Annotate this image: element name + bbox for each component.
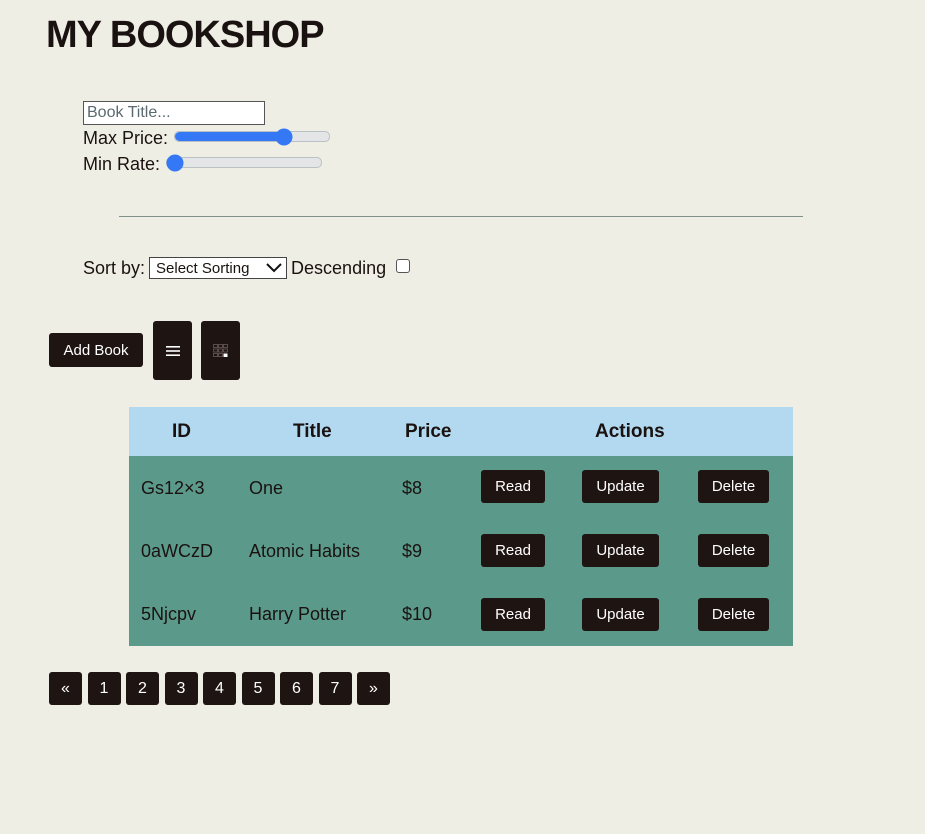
page-button-7[interactable]: 7 (318, 672, 352, 705)
page-next-button[interactable]: » (357, 672, 390, 705)
grid-view-button[interactable] (201, 321, 240, 380)
sort-select-value: Select Sorting (156, 259, 250, 277)
header-title: Title (293, 420, 332, 442)
read-button[interactable]: Read (481, 598, 545, 631)
cell-price: $9 (402, 540, 423, 561)
header-id: ID (172, 420, 191, 442)
header-actions: Actions (595, 420, 665, 442)
delete-button[interactable]: Delete (698, 598, 769, 631)
max-price-label: Max Price: (83, 127, 169, 148)
sort-label: Sort by: (83, 257, 146, 278)
list-view-button[interactable] (153, 321, 192, 380)
table-row: 0aWCzD Atomic Habits $9 Read Update Dele… (129, 519, 793, 583)
cell-title: Atomic Habits (249, 540, 361, 561)
min-rate-label: Min Rate: (83, 153, 161, 174)
descending-checkbox[interactable] (396, 259, 411, 273)
min-rate-row: Min Rate: (83, 151, 330, 177)
max-price-row: Max Price: (83, 125, 331, 151)
page-button-2[interactable]: 2 (126, 672, 159, 705)
delete-button[interactable]: Delete (698, 534, 769, 567)
cell-id: Gs12×3 (141, 477, 205, 498)
page-button-6[interactable]: 6 (280, 672, 313, 705)
table-row: 5Njcpv Harry Potter $10 Read Update Dele… (129, 582, 793, 646)
page-button-5[interactable]: 5 (241, 672, 275, 705)
table-row: Gs12×3 One $8 Read Update Delete (129, 456, 793, 520)
update-button[interactable]: Update (582, 534, 659, 567)
page-button-4[interactable]: 4 (203, 672, 236, 705)
page-title: MY BOOKSHOP (46, 14, 325, 56)
cell-id: 5Njcpv (141, 603, 197, 624)
chevron-down-icon (266, 263, 282, 273)
page-button-3[interactable]: 3 (164, 672, 198, 705)
cell-price: $8 (402, 477, 423, 498)
max-price-slider-thumb[interactable] (275, 128, 293, 145)
cell-id: 0aWCzD (141, 540, 214, 561)
list-icon (165, 345, 180, 356)
cell-title: One (249, 477, 284, 498)
table-header: ID Title Price Actions (129, 407, 793, 456)
max-price-slider[interactable] (174, 128, 331, 145)
page-prev-button[interactable]: « (49, 672, 82, 705)
delete-button[interactable]: Delete (698, 470, 769, 503)
book-title-search-input[interactable] (83, 101, 265, 125)
grid-icon (212, 343, 228, 357)
min-rate-slider[interactable] (166, 154, 323, 171)
table-body: Gs12×3 One $8 Read Update Delete 0aWCzD … (129, 456, 793, 646)
max-price-slider-fill (175, 132, 288, 141)
min-rate-slider-thumb[interactable] (166, 154, 184, 171)
divider (119, 216, 803, 217)
sort-row: Sort by: Select Sorting Descending (83, 257, 411, 279)
descending-label: Descending (291, 257, 387, 278)
books-table: ID Title Price Actions Gs12×3 One $8 Rea… (129, 407, 793, 646)
update-button[interactable]: Update (582, 598, 659, 631)
cell-price: $10 (402, 603, 433, 624)
read-button[interactable]: Read (481, 534, 545, 567)
header-price: Price (405, 420, 452, 442)
filters-panel: Max Price: Min Rate: (83, 101, 331, 177)
read-button[interactable]: Read (481, 470, 545, 503)
page-button-1[interactable]: 1 (87, 672, 121, 705)
update-button[interactable]: Update (582, 470, 659, 503)
pagination: « 1 2 3 4 5 6 7 » (49, 672, 396, 705)
cell-title: Harry Potter (249, 603, 347, 624)
sort-select[interactable]: Select Sorting (149, 257, 288, 279)
add-book-button[interactable]: Add Book (49, 333, 143, 367)
